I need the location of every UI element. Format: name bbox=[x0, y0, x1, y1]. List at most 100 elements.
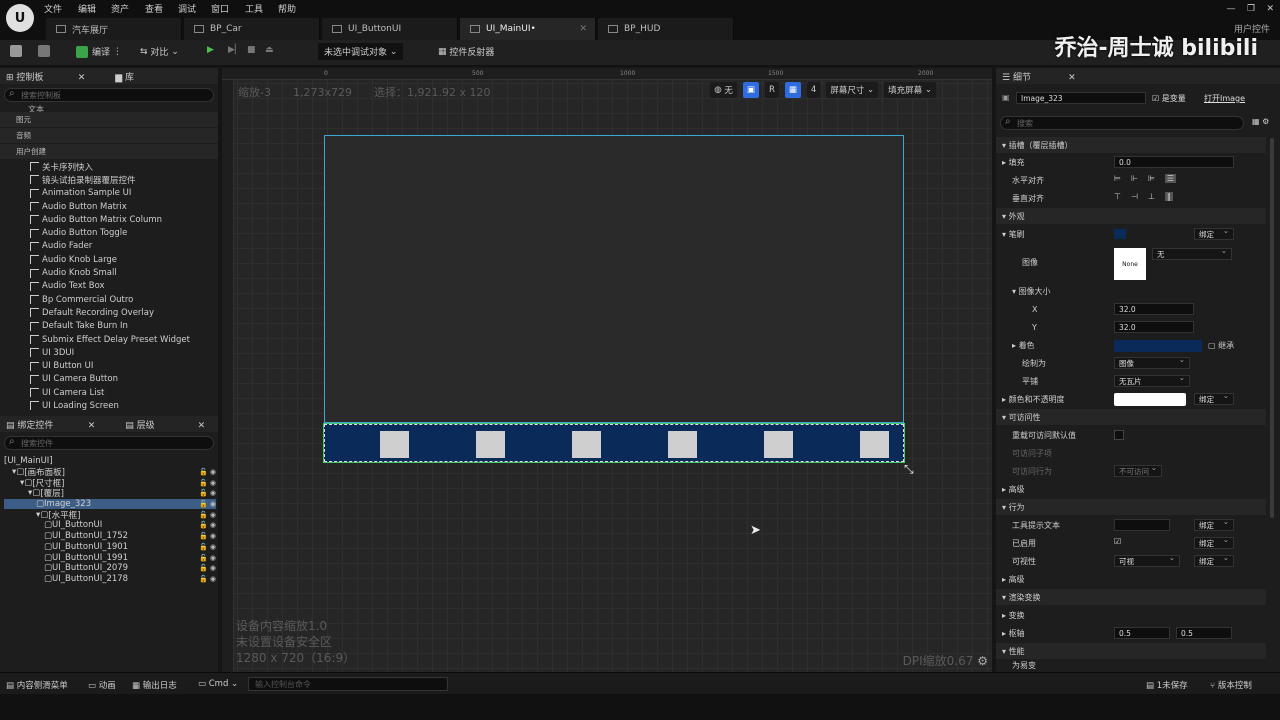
hierarchy-node[interactable]: ▢ UI_ButtonUI_2178 🔓 ◉ bbox=[4, 574, 216, 585]
palette-item[interactable]: Default Recording Overlay bbox=[0, 306, 218, 319]
image-size-y-input[interactable]: 32.0 bbox=[1114, 321, 1194, 333]
v-align-buttons[interactable]: ⊤ ⊣ ⊥ ‖ bbox=[1114, 192, 1173, 201]
visibility-eye-icon[interactable]: 🔓 ◉ bbox=[199, 554, 216, 562]
browse-icon[interactable] bbox=[38, 45, 50, 57]
palette-item[interactable]: UI Loading Screen bbox=[0, 399, 218, 412]
enabled-bind-dropdown[interactable]: 绑定 bbox=[1194, 535, 1234, 549]
hierarchy-node[interactable]: ▢ UI_ButtonUI_2079 🔓 ◉ bbox=[4, 563, 216, 574]
tab-bp-hud[interactable]: BP_HUD bbox=[598, 18, 734, 40]
gear-icon[interactable]: ⚙ bbox=[977, 654, 988, 668]
menu-debug[interactable]: 调试 bbox=[178, 2, 196, 15]
tab-bp-car[interactable]: BP_Car bbox=[184, 18, 320, 40]
menu-file[interactable]: 文件 bbox=[44, 2, 62, 15]
designer-canvas[interactable]: 0 500 1000 1500 2000 缩放-3 1,273x729 选择：1… bbox=[222, 68, 992, 672]
open-image-link[interactable]: 打开Image bbox=[1204, 93, 1245, 104]
canvas-panel-bounds[interactable] bbox=[324, 135, 904, 423]
align-left-icon[interactable]: ⊨ bbox=[1114, 174, 1121, 183]
debug-target-dropdown[interactable]: 未选中调试对象 ⌄ bbox=[318, 43, 404, 60]
palette-item[interactable]: Audio Text Box bbox=[0, 280, 218, 293]
palette-item[interactable]: UI Camera Button bbox=[0, 373, 218, 386]
stop-icon[interactable]: ■ bbox=[247, 45, 256, 55]
tree-expander-icon[interactable]: ▾▢ bbox=[36, 510, 48, 520]
brush-swatch[interactable] bbox=[1114, 229, 1126, 239]
visibility-eye-icon[interactable]: 🔓 ◉ bbox=[199, 575, 216, 583]
screen-size-dropdown[interactable]: 屏幕尺寸 ⌄ bbox=[826, 82, 879, 98]
palette-item[interactable]: 关卡序列快入 bbox=[0, 160, 218, 173]
tree-expander-icon[interactable]: ▢ bbox=[44, 574, 52, 584]
pivot-y-input[interactable]: 0.5 bbox=[1176, 627, 1232, 639]
align-center-icon[interactable]: ⊩ bbox=[1131, 174, 1138, 183]
grid-size[interactable]: 4 bbox=[806, 82, 821, 98]
enabled-checkbox[interactable]: ☑ bbox=[1114, 537, 1121, 546]
output-log-button[interactable]: ▦ 输出日志 bbox=[132, 679, 177, 691]
visibility-bind-dropdown[interactable]: 绑定 bbox=[1194, 553, 1234, 567]
visibility-eye-icon[interactable]: 🔓 ◉ bbox=[199, 468, 216, 476]
palette-item[interactable]: UI 3DUI bbox=[0, 346, 218, 359]
details-search-input[interactable]: 搜索 bbox=[1000, 116, 1244, 130]
visibility-eye-icon[interactable]: 🔓 ◉ bbox=[199, 511, 216, 519]
palette-item[interactable]: UI Camera List bbox=[0, 386, 218, 399]
visibility-eye-icon[interactable]: 🔓 ◉ bbox=[199, 489, 216, 497]
color-bind-dropdown[interactable]: 绑定 bbox=[1194, 391, 1234, 405]
image-323-selection[interactable] bbox=[323, 423, 905, 463]
palette-item[interactable]: Animation Sample UI bbox=[0, 187, 218, 200]
tooltip-input[interactable] bbox=[1114, 519, 1170, 531]
brush-bind-dropdown[interactable]: 绑定 bbox=[1194, 226, 1234, 240]
hierarchy-node[interactable]: ▾▢ [尺寸框] 🔓 ◉ bbox=[4, 477, 216, 489]
visibility-eye-icon[interactable]: 🔓 ◉ bbox=[199, 564, 216, 572]
details-scrollbar[interactable] bbox=[1270, 138, 1274, 518]
widget-name-input[interactable]: Image_323 bbox=[1016, 92, 1146, 104]
save-icon[interactable] bbox=[10, 45, 22, 57]
view-options-icon[interactable]: ▦ ⚙ bbox=[1252, 117, 1269, 126]
palette-item[interactable]: 镜头试拍录制器覆层控件 bbox=[0, 173, 218, 186]
ui-button-preview[interactable] bbox=[764, 431, 793, 458]
tab-showroom[interactable]: 汽车展厅 bbox=[46, 18, 182, 40]
align-top-icon[interactable]: ⊤ bbox=[1114, 192, 1121, 201]
tree-expander-icon[interactable]: ▢ bbox=[36, 499, 44, 509]
details-tab[interactable]: ☰ 细节 ✕ bbox=[1002, 70, 1076, 83]
hierarchy-node[interactable]: ▢ UI_ButtonUI_1991 🔓 ◉ bbox=[4, 552, 216, 563]
grid-snap-toggle[interactable]: ▦ bbox=[784, 82, 801, 98]
tab-ui-buttonui[interactable]: UI_ButtonUI bbox=[322, 18, 458, 40]
bind-widgets-tab[interactable]: ▤ 绑定控件 ✕ bbox=[6, 418, 95, 431]
visibility-eye-icon[interactable]: 🔓 ◉ bbox=[199, 479, 216, 487]
menu-assets[interactable]: 资产 bbox=[111, 2, 129, 15]
section-accessibility[interactable]: ▾ 可访问性 bbox=[996, 409, 1266, 425]
palette-item[interactable]: UI Button UI bbox=[0, 359, 218, 372]
ui-button-preview[interactable] bbox=[860, 431, 889, 458]
h-align-buttons[interactable]: ⊨ ⊩ ⊫ ☰ bbox=[1114, 174, 1177, 183]
image-asset-dropdown[interactable]: 无 bbox=[1152, 246, 1232, 260]
override-access-checkbox[interactable] bbox=[1114, 430, 1124, 440]
is-variable-checkbox[interactable]: ☑ 是变量 bbox=[1152, 93, 1186, 104]
row-advanced-2[interactable]: ▸ 高级 bbox=[996, 571, 1266, 587]
row-advanced-1[interactable]: ▸ 高级 bbox=[996, 481, 1266, 497]
visibility-eye-icon[interactable]: 🔓 ◉ bbox=[199, 543, 216, 551]
hierarchy-node[interactable]: ▢ UI_ButtonUI_1901 🔓 ◉ bbox=[4, 542, 216, 553]
padding-input[interactable]: 0.0 bbox=[1114, 156, 1234, 168]
hierarchy-node[interactable]: ▾▢ [水平框] 🔓 ◉ bbox=[4, 509, 216, 521]
row-transform[interactable]: ▸ 变换 bbox=[996, 607, 1266, 623]
ui-button-preview[interactable] bbox=[668, 431, 697, 458]
menu-help[interactable]: 帮助 bbox=[278, 2, 296, 15]
localize-toggle[interactable]: ◍ 无 bbox=[710, 82, 737, 98]
tree-expander-icon[interactable]: ▾▢ bbox=[12, 467, 24, 477]
visibility-eye-icon[interactable]: 🔓 ◉ bbox=[199, 521, 216, 529]
eject-icon[interactable]: ⏏ bbox=[265, 45, 274, 55]
palette-item[interactable]: Audio Fader bbox=[0, 240, 218, 253]
content-drawer-button[interactable]: ▤ 内容侧滑菜单 bbox=[6, 679, 68, 691]
menu-tools[interactable]: 工具 bbox=[245, 2, 263, 15]
section-slot[interactable]: ▾ 插槽（覆层插槽） bbox=[996, 137, 1266, 153]
ui-button-preview[interactable] bbox=[476, 431, 505, 458]
palette-item[interactable]: Bp Commercial Outro bbox=[0, 293, 218, 306]
palette-partial-item[interactable]: 文本 bbox=[0, 104, 218, 112]
menu-view[interactable]: 查看 bbox=[145, 2, 163, 15]
align-vfill-icon[interactable]: ‖ bbox=[1164, 192, 1173, 201]
palette-item[interactable]: Audio Button Toggle bbox=[0, 226, 218, 239]
lock-toggle[interactable]: ▣ bbox=[742, 82, 759, 98]
palette-item[interactable]: Audio Button Matrix Column bbox=[0, 213, 218, 226]
hierarchy-search-input[interactable]: 搜索控件 bbox=[4, 436, 214, 450]
hierarchy-node[interactable]: ▾▢ [覆层] 🔓 ◉ bbox=[4, 488, 216, 499]
respect-locks-toggle[interactable]: R bbox=[764, 82, 779, 98]
tree-expander-icon[interactable]: ▢ bbox=[44, 542, 52, 552]
section-performance[interactable]: ▾ 性能 bbox=[996, 643, 1266, 659]
